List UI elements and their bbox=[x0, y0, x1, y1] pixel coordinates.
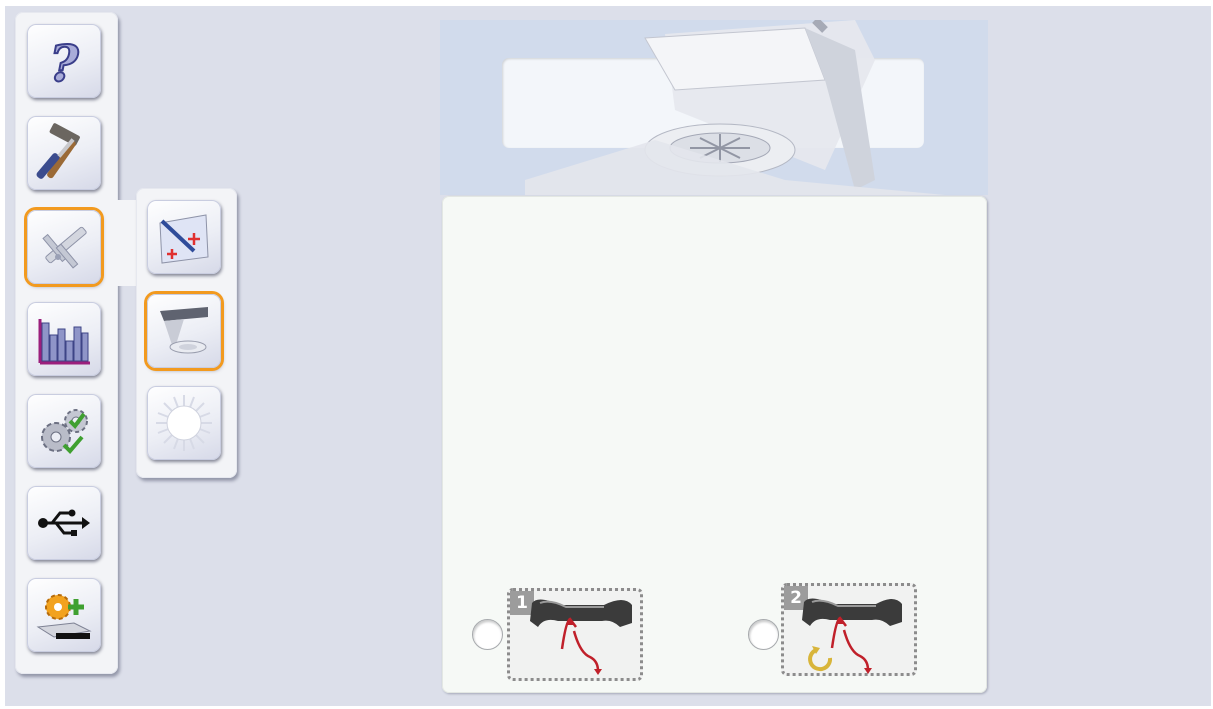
measurement-button[interactable] bbox=[27, 210, 101, 284]
option-1-card[interactable]: 1 bbox=[507, 588, 643, 681]
light-source-button[interactable] bbox=[147, 386, 221, 460]
usb-button[interactable] bbox=[27, 486, 101, 560]
instrument-device-image bbox=[525, 20, 945, 195]
svg-text:?: ? bbox=[49, 34, 79, 91]
holder-insert-icon bbox=[530, 599, 632, 675]
option-2-card[interactable]: 2 bbox=[781, 583, 917, 676]
settings-gears-icon bbox=[41, 409, 88, 454]
instrument-header bbox=[440, 20, 988, 195]
holder-insert-rotate-icon bbox=[802, 598, 902, 674]
option-2-radio[interactable] bbox=[748, 619, 779, 650]
option-1-radio[interactable] bbox=[472, 619, 503, 650]
add-configuration-icon bbox=[36, 594, 92, 639]
sample-holder-icon bbox=[160, 307, 208, 354]
light-source-icon bbox=[156, 395, 212, 451]
calibration-button[interactable] bbox=[147, 200, 221, 274]
tools-button[interactable] bbox=[27, 116, 101, 190]
calipers-icon bbox=[42, 226, 87, 269]
statistics-button[interactable] bbox=[27, 302, 101, 376]
help-icon: ? bbox=[48, 33, 80, 91]
help-button[interactable]: ? bbox=[27, 24, 101, 98]
add-configuration-button[interactable] bbox=[27, 578, 101, 652]
tools-icon bbox=[36, 123, 80, 179]
settings-button[interactable] bbox=[27, 394, 101, 468]
usb-icon bbox=[38, 509, 90, 536]
statistics-chart-icon bbox=[38, 319, 90, 365]
sample-holder-button[interactable] bbox=[147, 294, 221, 368]
calibration-icon bbox=[159, 214, 209, 264]
